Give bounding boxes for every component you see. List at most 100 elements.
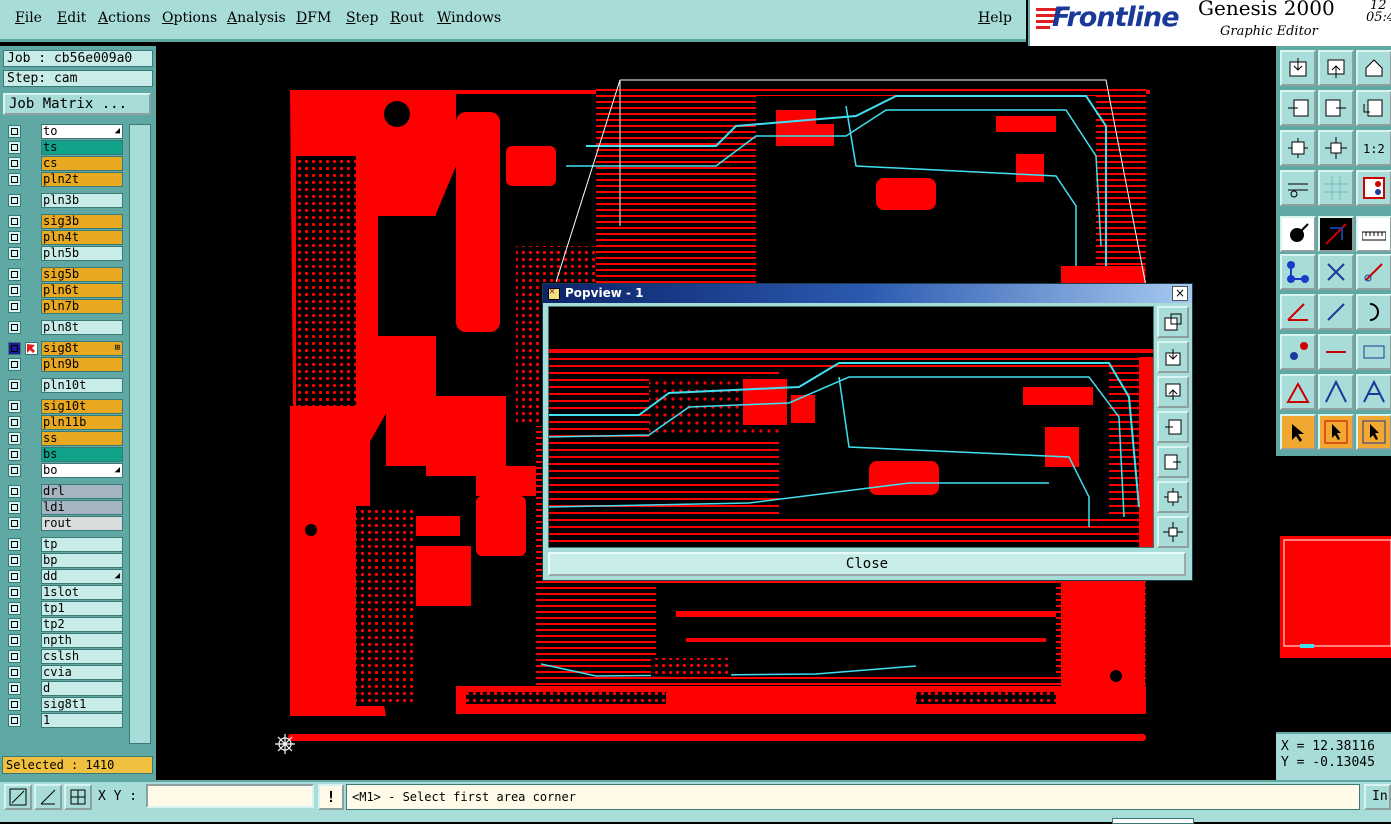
move-bottom-icon[interactable]	[1318, 50, 1354, 86]
info-button[interactable]: In	[1364, 784, 1391, 810]
snap-icon[interactable]	[4, 784, 32, 810]
layer-list-scrollbar[interactable]	[129, 124, 151, 744]
layer-row-rout[interactable]: rout	[5, 516, 125, 531]
layer-row-sig10t[interactable]: sig10t	[5, 399, 125, 414]
layer-name[interactable]: bo ◢	[41, 463, 123, 478]
layer-checkbox[interactable]	[8, 125, 21, 138]
layer-name[interactable]: pln5b	[41, 246, 123, 261]
layer-row-ldi[interactable]: ldi	[5, 500, 125, 515]
pointer-select-icon[interactable]	[1356, 414, 1391, 450]
layer-name[interactable]: dd ◢	[41, 569, 123, 584]
layer-checkbox[interactable]	[8, 586, 21, 599]
layer-name[interactable]: pln6t	[41, 283, 123, 298]
layer-row-cslsh[interactable]: cslsh	[5, 649, 125, 664]
layer-checkbox[interactable]	[8, 538, 21, 551]
layer-checkbox[interactable]	[8, 268, 21, 281]
layer-name[interactable]: pln10t	[41, 378, 123, 393]
layer-row-pln5b[interactable]: pln5b	[5, 246, 125, 261]
a-shape-icon[interactable]	[1356, 374, 1391, 410]
layer-row-pln8t[interactable]: pln8t	[5, 320, 125, 335]
layer-row-sig3b[interactable]: sig3b	[5, 214, 125, 229]
redraw-icon[interactable]	[1356, 90, 1391, 126]
menu-options[interactable]: Options	[162, 10, 217, 26]
layer-name[interactable]: bp	[41, 553, 123, 568]
diagonal-line-icon[interactable]	[1318, 294, 1354, 330]
layer-checkbox[interactable]	[8, 570, 21, 583]
layer-checkbox[interactable]	[8, 432, 21, 445]
layer-name[interactable]: pln2t	[41, 172, 123, 187]
layer-name[interactable]: drl	[41, 484, 123, 499]
popview-zoom-center-icon[interactable]	[1157, 516, 1189, 548]
layer-row-pln7b[interactable]: pln7b	[5, 299, 125, 314]
delete-feature-icon[interactable]	[1318, 254, 1354, 290]
pad-icon[interactable]	[1280, 334, 1316, 370]
layer-row-pln10t[interactable]: pln10t	[5, 378, 125, 393]
menu-edit[interactable]: Edit	[57, 10, 86, 26]
layer-checkbox[interactable]	[8, 342, 21, 355]
layer-row-pln11b[interactable]: pln11b	[5, 415, 125, 430]
layer-row-sig8t[interactable]: sig8t ⊞	[5, 341, 125, 356]
popview-canvas[interactable]	[548, 306, 1154, 548]
layer-name[interactable]: rout	[41, 516, 123, 531]
angle-icon[interactable]	[1280, 294, 1316, 330]
layer-checkbox[interactable]	[8, 416, 21, 429]
layer-row-tp1[interactable]: tp1	[5, 601, 125, 616]
layer-row-tp2[interactable]: tp2	[5, 617, 125, 632]
layer-checkbox[interactable]	[8, 284, 21, 297]
layer-row-bs[interactable]: bs	[5, 447, 125, 462]
layer-name[interactable]: sig5b	[41, 267, 123, 282]
layer-name[interactable]: pln4t	[41, 230, 123, 245]
layer-name[interactable]: cslsh	[41, 649, 123, 664]
menu-analysis[interactable]: Analysis	[227, 10, 286, 26]
layer-checkbox[interactable]	[8, 400, 21, 413]
layer-name[interactable]: ss	[41, 431, 123, 446]
layer-name[interactable]: pln3b	[41, 193, 123, 208]
layer-checkbox[interactable]	[8, 485, 21, 498]
layer-name[interactable]: tp1	[41, 601, 123, 616]
layer-checkbox[interactable]	[8, 682, 21, 695]
layer-checkbox[interactable]	[8, 501, 21, 514]
menu-rout[interactable]: Rout	[390, 10, 424, 26]
layer-name[interactable]: tp	[41, 537, 123, 552]
menu-actions[interactable]: Actions	[98, 10, 151, 26]
layer-checkbox[interactable]	[8, 464, 21, 477]
popview-titlebar[interactable]: Popview - 1 ×	[543, 284, 1192, 303]
layer-color-icon[interactable]	[1318, 216, 1354, 252]
layer-name[interactable]: tp2	[41, 617, 123, 632]
grid-snap-icon[interactable]	[64, 784, 92, 810]
layer-checkbox[interactable]	[8, 215, 21, 228]
layer-checkbox[interactable]	[8, 666, 21, 679]
layer-name[interactable]: 1	[41, 713, 123, 728]
popview-move-right-icon[interactable]	[1157, 446, 1189, 478]
zoom-1to2-icon[interactable]: 1:2	[1356, 130, 1391, 166]
layer-checkbox[interactable]	[8, 300, 21, 313]
menu-help[interactable]: Help	[978, 10, 1012, 26]
layer-name[interactable]: pln8t	[41, 320, 123, 335]
popview-close-button[interactable]: Close	[548, 552, 1186, 576]
layer-checkbox[interactable]	[8, 231, 21, 244]
layer-row-cs[interactable]: cs	[5, 156, 125, 171]
layer-row-tp[interactable]: tp	[5, 537, 125, 552]
layer-row-1[interactable]: 1	[5, 713, 125, 728]
layer-row-to[interactable]: to ◢	[5, 124, 125, 139]
layer-checkbox[interactable]	[8, 358, 21, 371]
layer-row-sig8t1[interactable]: sig8t1	[5, 697, 125, 712]
layer-row-pln9b[interactable]: pln9b	[5, 357, 125, 372]
triangle-icon[interactable]	[1280, 374, 1316, 410]
layer-row-cvia[interactable]: cvia	[5, 665, 125, 680]
measure-icon[interactable]	[1356, 334, 1391, 370]
add-line-icon[interactable]	[1356, 254, 1391, 290]
layer-row-npth[interactable]: npth	[5, 633, 125, 648]
layer-checkbox[interactable]	[8, 321, 21, 334]
layer-checkbox[interactable]	[8, 141, 21, 154]
popview-move-up-icon[interactable]	[1157, 341, 1189, 373]
layer-row-bo[interactable]: bo ◢	[5, 463, 125, 478]
layer-name[interactable]: d	[41, 681, 123, 696]
select-icon[interactable]	[1280, 216, 1316, 252]
pointer-icon[interactable]	[1280, 414, 1316, 450]
popview-zoom-fit-icon[interactable]	[1157, 481, 1189, 513]
board-overview[interactable]	[1276, 456, 1391, 732]
pointer-box-icon[interactable]	[1318, 414, 1354, 450]
menu-windows[interactable]: Windows	[437, 10, 501, 26]
display-settings-icon[interactable]	[1280, 170, 1316, 206]
